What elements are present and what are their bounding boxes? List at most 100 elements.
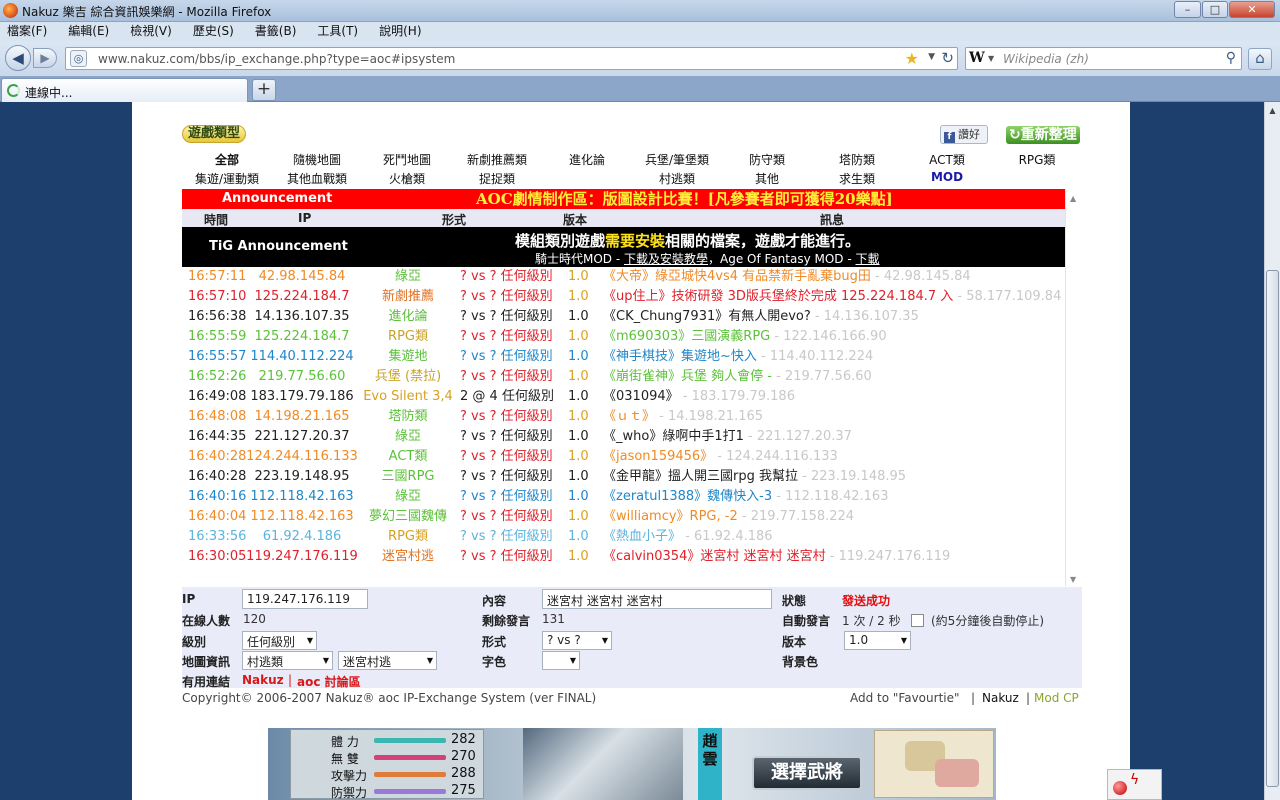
- bookmark-star-icon[interactable]: ★: [905, 49, 919, 68]
- format-label: 形式: [482, 635, 507, 649]
- scroll-down-icon[interactable]: ▼: [1070, 575, 1076, 584]
- maximize-button[interactable]: □: [1202, 1, 1228, 18]
- table-row[interactable]: 16:57:11 42.98.145.84 綠亞 ? vs ? 任何級別 1.0 《大帝》…: [182, 267, 1065, 287]
- row-format: ? vs ? 任何級別: [460, 309, 553, 324]
- version-select[interactable]: 1.0 ▼: [844, 631, 911, 650]
- row-message: 《大帝》綠亞城快4vs4 有品禁新手亂棄bug田: [603, 269, 871, 284]
- category-survival[interactable]: 求生類: [812, 170, 902, 187]
- home-button[interactable]: ⌂: [1248, 48, 1272, 70]
- add-favourite-link[interactable]: Add to "Favourtie": [850, 691, 960, 705]
- reload-icon[interactable]: ↻: [941, 49, 954, 67]
- refresh-icon: ↻: [1009, 127, 1021, 143]
- table-row[interactable]: 16:33:56 61.92.4.186 RPG類 ? vs ? 任何級別 1.0 《熱血…: [182, 527, 1065, 547]
- engine-dropdown-icon[interactable]: ▼: [988, 54, 994, 63]
- forward-button[interactable]: ▶: [33, 48, 57, 68]
- row-message: 《崩街雀神》兵堡 夠人會停 -: [603, 369, 772, 384]
- row-message: 《金甲龍》搵人開三國rpg 我幫拉: [603, 469, 798, 484]
- category-evolution[interactable]: 進化論: [542, 151, 632, 168]
- category-village-escape[interactable]: 村逃類: [632, 170, 722, 187]
- menu-file[interactable]: 檔案(F): [7, 22, 47, 41]
- close-button[interactable]: ✕: [1229, 1, 1275, 18]
- tig-line1-c: 相關的檔案，遊戲才能進行。: [665, 232, 861, 250]
- nakuz-link[interactable]: Nakuz: [242, 673, 284, 687]
- search-icon[interactable]: ⚲: [1226, 50, 1236, 66]
- auto-post-checkbox[interactable]: [911, 614, 924, 627]
- select-general-button[interactable]: 選擇武將: [752, 756, 862, 790]
- download-link[interactable]: 下載: [856, 252, 880, 266]
- wikipedia-icon[interactable]: W: [969, 50, 985, 66]
- table-row[interactable]: 16:44:35 221.127.20.37 綠亞 ? vs ? 任何級別 1.0 《_w…: [182, 427, 1065, 447]
- category-deathmatch-map[interactable]: 死鬥地圖: [362, 151, 452, 168]
- category-new-scenario[interactable]: 新劇推薦類: [452, 151, 542, 168]
- notification-widget[interactable]: ϟ: [1107, 769, 1162, 800]
- table-row[interactable]: 16:56:38 14.136.107.35 進化論 ? vs ? 任何級別 1.0 《C…: [182, 307, 1065, 327]
- row-message-ip: - 219.77.158.224: [737, 509, 855, 524]
- category-act[interactable]: ACT類: [902, 151, 992, 168]
- page-content: 遊戲類型 f 讚好 ↻重新整理 全部 隨機地圖 死鬥地圖 新劇推薦類 進化論 兵堡…: [132, 102, 1130, 800]
- refresh-button[interactable]: ↻重新整理: [1006, 126, 1080, 144]
- address-bar[interactable]: ◎ www.nakuz.com/bbs/ip_exchange.php?type…: [65, 47, 958, 70]
- format-select[interactable]: ? vs ? ▼: [542, 631, 612, 650]
- category-castle[interactable]: 兵堡/筆堡類: [632, 151, 722, 168]
- table-row[interactable]: 16:40:28 223.19.148.95 三國RPG ? vs ? 任何級別 1.0…: [182, 467, 1065, 487]
- category-all[interactable]: 全部: [182, 151, 272, 168]
- search-placeholder[interactable]: Wikipedia (zh): [1003, 52, 1089, 66]
- content-input[interactable]: 迷宮村 迷宮村 迷宮村: [542, 589, 772, 609]
- map-name-select[interactable]: 迷宮村逃 ▼: [338, 651, 437, 670]
- category-tower-defense[interactable]: 塔防類: [812, 151, 902, 168]
- category-gunfire[interactable]: 火槍類: [362, 170, 452, 187]
- category-random-map[interactable]: 隨機地圖: [272, 151, 362, 168]
- scroll-up-icon[interactable]: ▲: [1265, 103, 1280, 119]
- text-color-select[interactable]: ▼: [542, 651, 580, 670]
- table-row[interactable]: 16:30:05 119.247.176.119 迷宮村逃 ? vs ? 任何級別 1.…: [182, 547, 1065, 567]
- menu-view[interactable]: 檢視(V): [130, 22, 172, 41]
- table-row[interactable]: 16:40:28 124.244.116.133 ACT類 ? vs ? 任何級別 1.…: [182, 447, 1065, 467]
- search-bar[interactable]: W ▼ Wikipedia (zh) ⚲: [965, 47, 1242, 70]
- back-button[interactable]: ◀: [5, 45, 31, 71]
- menu-history[interactable]: 歷史(S): [193, 22, 234, 41]
- footer-nakuz-link[interactable]: Nakuz: [982, 691, 1019, 705]
- category-other[interactable]: 其他: [722, 170, 812, 187]
- row-message-cell: 《熱血小子》 - 61.92.4.186: [603, 527, 773, 547]
- table-row[interactable]: 16:40:04 112.118.42.163 夢幻三國魏傳 ? vs ? 任何級別 1…: [182, 507, 1065, 527]
- new-tab-button[interactable]: +: [252, 79, 276, 101]
- table-row[interactable]: 16:57:10 125.224.184.7 新劇推薦 ? vs ? 任何級別 1.0 《…: [182, 287, 1065, 307]
- menu-edit[interactable]: 編輯(E): [68, 22, 109, 41]
- minimize-button[interactable]: –: [1174, 1, 1201, 18]
- table-row[interactable]: 16:55:57 114.40.112.224 集遊地 ? vs ? 任何級別 1.0 《…: [182, 347, 1065, 367]
- category-other-battle[interactable]: 其他血戰類: [272, 170, 362, 187]
- table-row[interactable]: 16:40:16 112.118.42.163 綠亞 ? vs ? 任何級別 1.0 《z…: [182, 487, 1065, 507]
- category-mod[interactable]: MOD: [902, 170, 992, 184]
- scroll-up-icon[interactable]: ▲: [1070, 194, 1076, 203]
- game-banner-ad[interactable]: 體 力 282 無 雙 270 攻擊力 288 防禦力 275 趙雲 選擇武將: [268, 728, 996, 800]
- category-catch[interactable]: 捉捉類: [452, 170, 542, 187]
- category-sports[interactable]: 集遊/運動類: [182, 170, 272, 187]
- site-identity-icon[interactable]: ◎: [70, 50, 87, 67]
- category-rpg[interactable]: RPG類: [992, 151, 1082, 168]
- history-dropdown-icon[interactable]: ▼: [928, 52, 935, 62]
- stat-value: 288: [451, 766, 476, 781]
- table-row[interactable]: 16:48:08 14.198.21.165 塔防類 ? vs ? 任何級別 1.0 《ｕ…: [182, 407, 1065, 427]
- mod-cp-link[interactable]: Mod CP: [1034, 691, 1079, 705]
- url-text[interactable]: www.nakuz.com/bbs/ip_exchange.php?type=a…: [98, 52, 455, 66]
- announcement-text[interactable]: AOC劇情制作區：版圖設計比賽！[凡參賽者即可獲得20樂點]: [476, 189, 893, 209]
- row-version: 1.0: [568, 449, 589, 464]
- menu-help[interactable]: 說明(H): [379, 22, 421, 41]
- tab-loading[interactable]: 連線中...: [1, 78, 248, 102]
- level-select[interactable]: 任何級別 ▼: [242, 631, 317, 650]
- page-scrollbar[interactable]: ▲: [1264, 102, 1280, 800]
- table-row[interactable]: 16:49:08 183.179.79.186 Evo Silent 3,4 2 @ …: [182, 387, 1065, 407]
- category-defense[interactable]: 防守類: [722, 151, 812, 168]
- ball-icon: [1113, 781, 1127, 795]
- scrollbar-thumb[interactable]: [1266, 270, 1279, 787]
- table-row[interactable]: 16:55:59 125.224.184.7 RPG類 ? vs ? 任何級別 1.0 《…: [182, 327, 1065, 347]
- table-row[interactable]: 16:52:26 219.77.56.60 兵堡 (禁拉) ? vs ? 任何級別 1.…: [182, 367, 1065, 387]
- menu-tools[interactable]: 工具(T): [317, 22, 358, 41]
- tutorial-link[interactable]: 下載及安裝教學: [624, 252, 708, 266]
- category-logo: 遊戲類型: [182, 125, 247, 143]
- ip-input[interactable]: 119.247.176.119: [242, 589, 368, 609]
- menu-bookmarks[interactable]: 書籤(B): [255, 22, 297, 41]
- map-type-select[interactable]: 村逃類 ▼: [242, 651, 333, 670]
- list-scrollbar[interactable]: ▲ ▼: [1065, 189, 1081, 586]
- facebook-like-button[interactable]: f 讚好: [940, 125, 988, 144]
